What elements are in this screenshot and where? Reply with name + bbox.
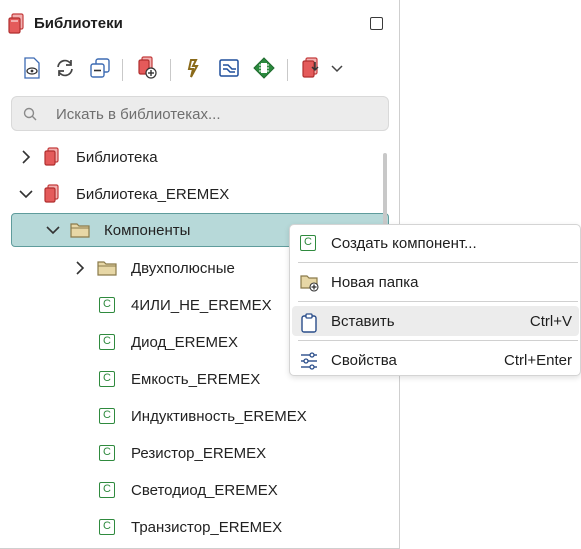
- menu-item-new-folder[interactable]: Новая папка: [292, 267, 579, 297]
- menu-item-create-component[interactable]: C Создать компонент...: [292, 228, 579, 258]
- chevron-down-icon[interactable]: [46, 223, 60, 237]
- menu-item-label: Свойства: [331, 352, 397, 369]
- chevron-right-icon[interactable]: [19, 150, 33, 164]
- symbol-editor-button[interactable]: [215, 55, 243, 85]
- tree-node-component[interactable]: C Резистор_EREMEX: [0, 435, 400, 472]
- link-icon: [184, 57, 204, 84]
- component-chip-icon: [253, 56, 275, 84]
- menu-item-label: Создать компонент...: [331, 235, 477, 252]
- view-button[interactable]: [18, 55, 46, 85]
- refresh-button[interactable]: [51, 55, 79, 85]
- component-icon: C: [99, 297, 115, 313]
- tree-node-label: Двухполюсные: [131, 260, 235, 277]
- maximize-icon[interactable]: [370, 17, 383, 30]
- new-folder-icon: [300, 274, 320, 297]
- toolbar-separator: [122, 59, 123, 81]
- collapse-all-button[interactable]: [86, 55, 114, 85]
- toolbar-separator: [170, 59, 171, 81]
- chevron-down-icon: [330, 61, 344, 79]
- component-icon: C: [99, 445, 115, 461]
- component-icon: C: [300, 235, 316, 251]
- add-library-icon: [136, 55, 158, 85]
- import-icon: [300, 56, 322, 85]
- view-icon: [22, 56, 42, 84]
- menu-separator: [298, 262, 578, 263]
- menu-separator: [298, 340, 578, 341]
- menu-item-label: Вставить: [331, 313, 395, 330]
- toolbar: [0, 55, 400, 85]
- chevron-right-icon[interactable]: [73, 261, 87, 275]
- component-icon: C: [99, 482, 115, 498]
- folder-icon: [70, 221, 90, 244]
- search-icon: [23, 107, 37, 126]
- tree-node-label: Библиотека: [76, 149, 158, 166]
- library-icon: [43, 147, 61, 172]
- component-icon: C: [99, 371, 115, 387]
- refresh-icon: [54, 57, 76, 84]
- toolbar-separator: [287, 59, 288, 81]
- tree-node-label: Емкость_EREMEX: [131, 371, 261, 388]
- symbol-editor-icon: [218, 57, 240, 84]
- menu-separator: [298, 301, 578, 302]
- menu-item-properties[interactable]: Свойства Ctrl+Enter: [292, 345, 579, 375]
- tree-node-label: Индуктивность_EREMEX: [131, 408, 307, 425]
- libraries-icon: [7, 13, 27, 40]
- component-icon: C: [99, 408, 115, 424]
- menu-item-paste[interactable]: Вставить Ctrl+V: [292, 306, 579, 336]
- menu-item-shortcut: Ctrl+Enter: [504, 352, 572, 369]
- collapse-all-icon: [89, 57, 111, 84]
- import-button[interactable]: [297, 55, 325, 85]
- tree-node-label: Диод_EREMEX: [131, 334, 238, 351]
- component-chip-button[interactable]: [250, 55, 278, 85]
- tree-node-label: Транзистор_EREMEX: [131, 519, 283, 536]
- tree-node-label: Резистор_EREMEX: [131, 445, 267, 462]
- search-box: [11, 96, 389, 131]
- component-icon: C: [99, 334, 115, 350]
- library-icon: [43, 184, 61, 209]
- tree-node-label: 4ИЛИ_НЕ_EREMEX: [131, 297, 272, 314]
- search-input[interactable]: [56, 104, 376, 124]
- tree-node-component[interactable]: C Светодиод_EREMEX: [0, 472, 400, 509]
- panel-title: Библиотеки: [34, 15, 123, 32]
- tree-node-label: Библиотека_EREMEX: [76, 186, 230, 203]
- sliders-icon: [300, 352, 318, 375]
- clipboard-icon: [300, 313, 318, 338]
- folder-icon: [97, 259, 117, 282]
- component-icon: C: [99, 519, 115, 535]
- import-dropdown-button[interactable]: [323, 55, 351, 85]
- panel-header: Библиотеки: [0, 0, 400, 46]
- tree-node-label: Компоненты: [104, 222, 191, 239]
- tree-node-label: Светодиод_EREMEX: [131, 482, 278, 499]
- tree-node-library[interactable]: Библиотека: [0, 139, 400, 176]
- tree-node-library-eremex[interactable]: Библиотека_EREMEX: [0, 176, 400, 213]
- chevron-down-icon[interactable]: [19, 187, 33, 201]
- menu-item-label: Новая папка: [331, 274, 419, 291]
- context-menu: C Создать компонент... Новая папка Встав…: [289, 224, 581, 376]
- link-button[interactable]: [180, 55, 208, 85]
- tree-node-component[interactable]: C Индуктивность_EREMEX: [0, 398, 400, 435]
- menu-item-shortcut: Ctrl+V: [529, 313, 572, 330]
- tree-node-component[interactable]: C Транзистор_EREMEX: [0, 509, 400, 546]
- add-library-button[interactable]: [133, 55, 161, 85]
